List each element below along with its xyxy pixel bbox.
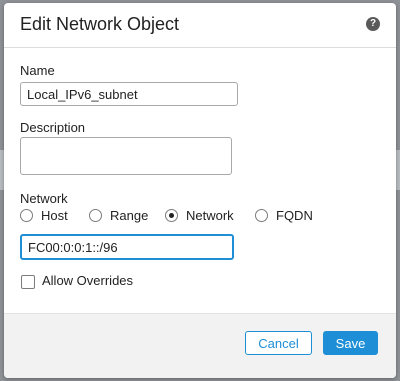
name-label: Name — [20, 63, 55, 78]
edit-network-object-dialog: Edit Network Object ? Name Description N… — [4, 3, 396, 378]
cancel-button[interactable]: Cancel — [245, 331, 312, 355]
dialog-footer: Cancel Save — [4, 313, 396, 378]
dialog-title: Edit Network Object — [20, 14, 180, 34]
description-textarea[interactable] — [20, 137, 232, 175]
radio-host-label[interactable]: Host — [41, 208, 68, 223]
network-address-input[interactable] — [20, 234, 234, 260]
allow-overrides-checkbox[interactable] — [21, 275, 35, 289]
help-icon[interactable]: ? — [366, 17, 380, 31]
radio-fqdn-label[interactable]: FQDN — [276, 208, 313, 223]
radio-range-circle[interactable] — [89, 209, 102, 222]
save-button[interactable]: Save — [323, 331, 378, 355]
radio-range-label[interactable]: Range — [110, 208, 148, 223]
dialog-header: Edit Network Object ? — [4, 3, 396, 48]
allow-overrides-label[interactable]: Allow Overrides — [42, 273, 133, 288]
description-label: Description — [20, 120, 86, 135]
network-label: Network — [20, 191, 68, 206]
radio-fqdn-circle[interactable] — [255, 209, 268, 222]
name-input[interactable] — [20, 82, 238, 106]
radio-host-circle[interactable] — [20, 209, 33, 222]
radio-network-label[interactable]: Network — [186, 208, 234, 223]
radio-network-circle[interactable] — [165, 209, 178, 222]
